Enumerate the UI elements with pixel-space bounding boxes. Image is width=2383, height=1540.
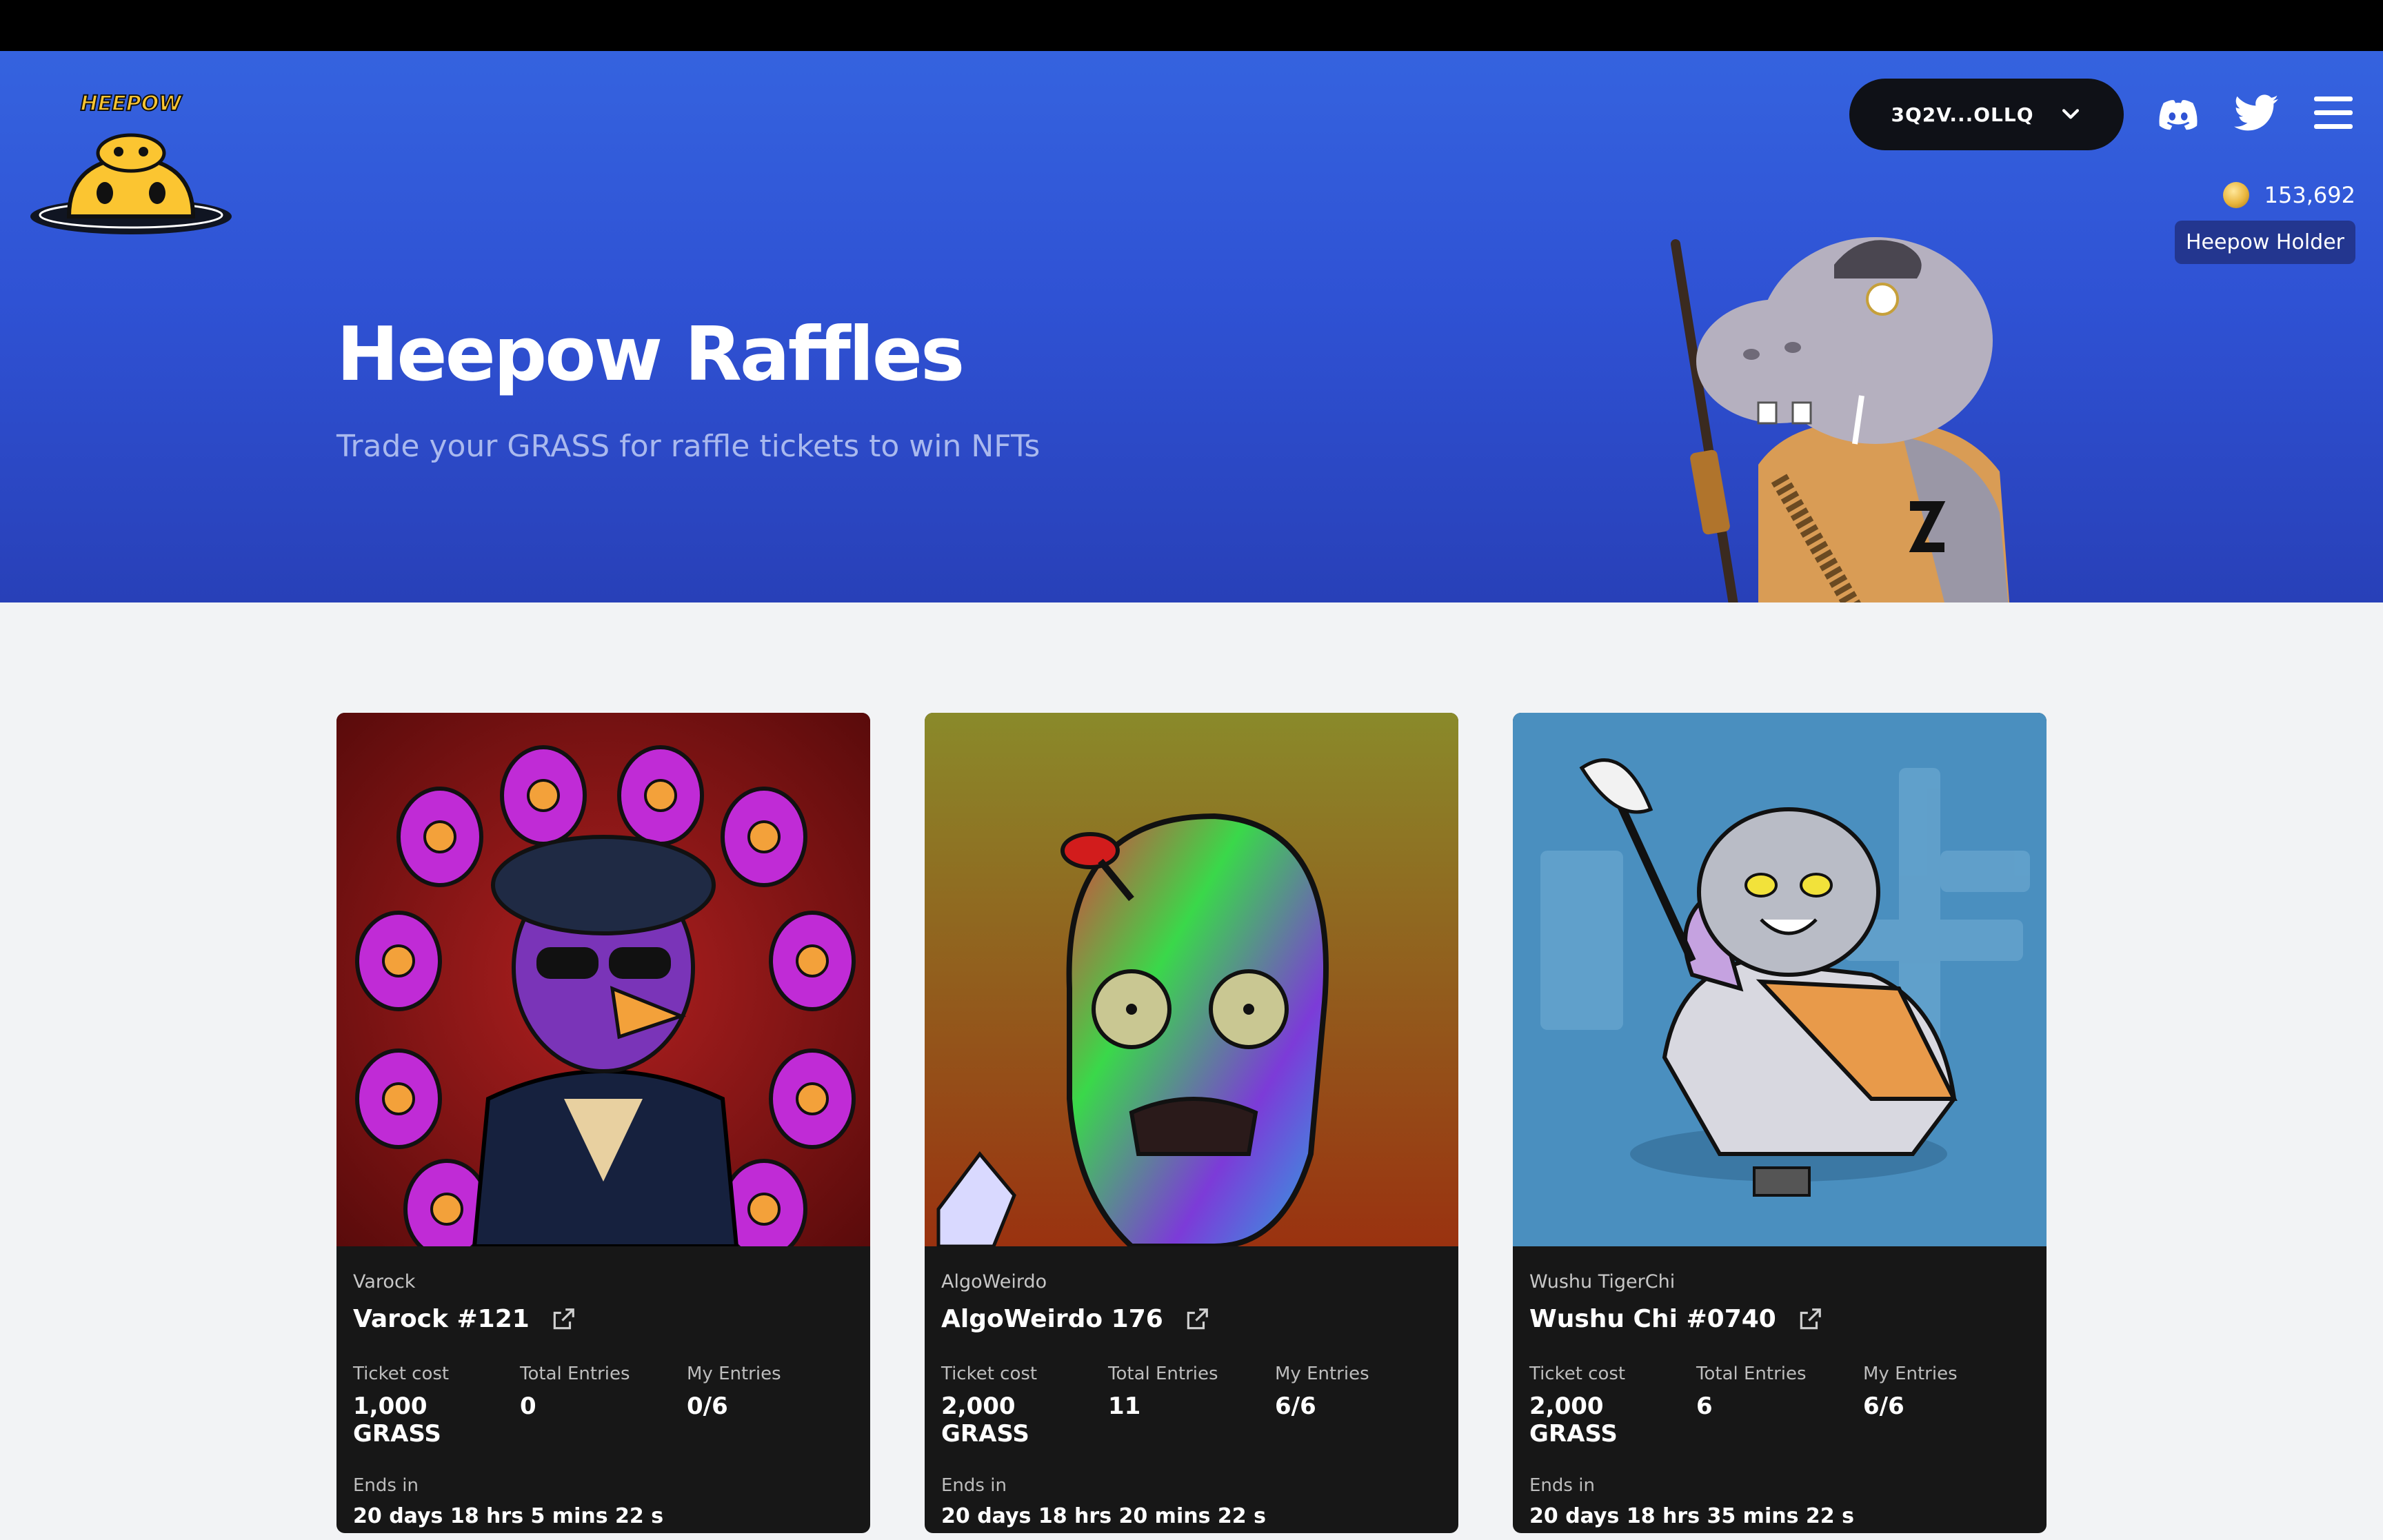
total-entries-value: 11 xyxy=(1108,1392,1141,1420)
my-entries-label: My Entries xyxy=(687,1364,781,1384)
raffle-card[interactable]: Varock Varock #121 Ticket cost 1,000 GRAS… xyxy=(336,713,870,1533)
collection-name: Wushu TigerChi xyxy=(1529,1271,1676,1293)
nft-name: Varock #121 xyxy=(353,1305,530,1333)
ends-in-value: 20 days 18 hrs 35 mins 22 s xyxy=(1529,1504,1854,1528)
my-entries-value: 6/6 xyxy=(1863,1392,1904,1420)
page-title: Heepow Raffles xyxy=(336,312,965,398)
collection-name: Varock xyxy=(353,1271,416,1293)
raffle-stats: Ticket cost 2,000 GRASS Total Entries 11 M… xyxy=(941,1364,1442,1448)
raffle-stats: Ticket cost 1,000 GRASS Total Entries 0 My… xyxy=(353,1364,854,1448)
menu-icon[interactable] xyxy=(2314,95,2353,131)
nft-title: Varock #121 xyxy=(353,1305,854,1333)
coin-icon xyxy=(2222,182,2249,208)
external-link-icon[interactable] xyxy=(550,1306,576,1333)
nft-image[interactable] xyxy=(336,713,870,1246)
top-black-bar xyxy=(0,0,2383,51)
wallet-address: 3Q2V...OLLQ xyxy=(1891,103,2034,126)
nft-title: Wushu Chi #0740 xyxy=(1529,1305,2030,1333)
my-entries-label: My Entries xyxy=(1275,1364,1369,1384)
ends-in-label: Ends in xyxy=(353,1475,419,1496)
nft-name: AlgoWeirdo 176 xyxy=(941,1305,1163,1333)
raffle-card[interactable]: AlgoWeirdo AlgoWeirdo 176 Ticket cost 2,0… xyxy=(925,713,1458,1533)
external-link-icon[interactable] xyxy=(1797,1306,1823,1333)
ticket-cost-value: 1,000 GRASS xyxy=(353,1392,441,1448)
raffle-stats: Ticket cost 2,000 GRASS Total Entries 6 My… xyxy=(1529,1364,2030,1448)
page-subtitle: Trade your GRASS for raffle tickets to w… xyxy=(336,429,1040,464)
ticket-cost-value: 2,000 GRASS xyxy=(1529,1392,1618,1448)
chevron-down-icon xyxy=(2062,109,2079,119)
holder-badge: Heepow Holder xyxy=(2174,221,2355,264)
hippo-mascot-illustration xyxy=(1671,237,2010,602)
my-entries-label: My Entries xyxy=(1863,1364,1958,1384)
hero-banner: HEEPOW Heepow Raffles Trade your GRASS f… xyxy=(0,51,2383,602)
total-entries-label: Total Entries xyxy=(1108,1364,1218,1384)
ticket-cost-label: Ticket cost xyxy=(1529,1364,1626,1384)
total-entries-label: Total Entries xyxy=(1696,1364,1807,1384)
grass-balance: 153,692 xyxy=(2222,182,2355,208)
ends-in-value: 20 days 18 hrs 5 mins 22 s xyxy=(353,1504,664,1528)
ends-in-value: 20 days 18 hrs 20 mins 22 s xyxy=(941,1504,1266,1528)
my-entries-value: 0/6 xyxy=(687,1392,728,1420)
nft-title: AlgoWeirdo 176 xyxy=(941,1305,1442,1333)
nft-image[interactable] xyxy=(925,713,1458,1246)
nft-image[interactable] xyxy=(1513,713,2047,1246)
total-entries-value: 6 xyxy=(1696,1392,1713,1420)
nft-name: Wushu Chi #0740 xyxy=(1529,1305,1776,1333)
my-entries-value: 6/6 xyxy=(1275,1392,1316,1420)
ticket-cost-value: 2,000 GRASS xyxy=(941,1392,1029,1448)
ends-in-label: Ends in xyxy=(941,1475,1007,1496)
wallet-dropdown-button[interactable]: 3Q2V...OLLQ xyxy=(1849,79,2124,150)
total-entries-label: Total Entries xyxy=(520,1364,630,1384)
collection-name: AlgoWeirdo xyxy=(941,1271,1047,1293)
twitter-icon[interactable] xyxy=(2234,94,2278,132)
ticket-cost-label: Ticket cost xyxy=(941,1364,1038,1384)
total-entries-value: 0 xyxy=(520,1392,536,1420)
ends-in-label: Ends in xyxy=(1529,1475,1595,1496)
external-link-icon[interactable] xyxy=(1184,1306,1210,1333)
ticket-cost-label: Ticket cost xyxy=(353,1364,450,1384)
balance-value: 153,692 xyxy=(2264,182,2355,208)
logo-text: HEEPOW xyxy=(81,92,183,116)
raffle-card[interactable]: Wushu TigerChi Wushu Chi #0740 Ticket co… xyxy=(1513,713,2047,1533)
heepow-logo[interactable]: HEEPOW xyxy=(28,85,234,244)
discord-icon[interactable] xyxy=(2157,97,2200,132)
